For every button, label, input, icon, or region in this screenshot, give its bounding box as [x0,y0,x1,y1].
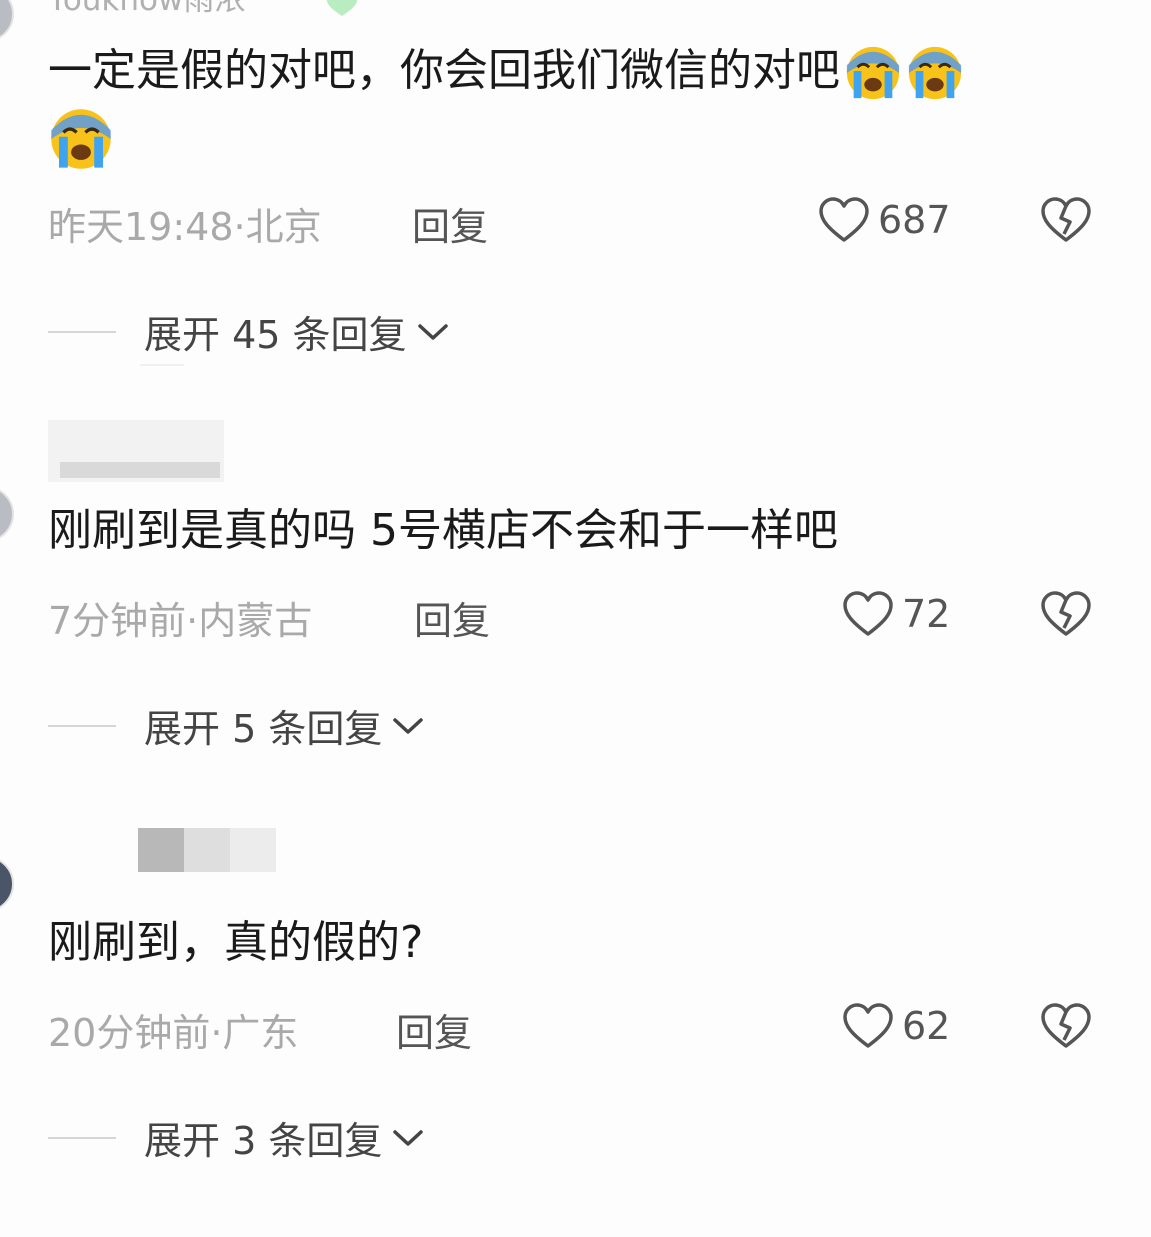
dislike-button[interactable] [1040,196,1092,244]
broken-heart-icon [1041,1003,1091,1048]
green-heart-icon [326,0,358,16]
expand-replies-label: 展开 45 条回复 [144,313,407,357]
avatar[interactable] [0,856,14,912]
comment-text: 刚刷到是真的吗 5号横店不会和于一样吧 [48,505,838,556]
heart-outline-icon [819,197,869,242]
crying-emoji-icon [48,106,114,172]
broken-heart-icon [1041,591,1091,636]
comment-time-location: 20分钟前·广东 [48,1011,299,1055]
dislike-button[interactable] [1040,590,1092,638]
expand-replies-button[interactable]: 展开 3 条回复 [48,1110,426,1165]
chevron-down-icon [393,1129,424,1146]
avatar[interactable] [0,486,14,542]
blurred-username [184,828,230,872]
divider-line [48,330,116,333]
reply-button[interactable]: 回复 [396,1002,472,1057]
dislike-button[interactable] [1040,1002,1092,1050]
comment-time-location: 昨天19:48·北京 [48,205,322,249]
crying-emoji-icon [844,44,902,102]
blurred-username [60,462,220,478]
chevron-down-icon [393,717,424,734]
like-count: 62 [902,1004,951,1048]
reply-button[interactable]: 回复 [412,196,488,251]
divider-line [48,1136,116,1139]
comment-text: 刚刷到，真的假的? [48,917,424,968]
crying-emoji-icon [906,44,964,102]
blurred-username [230,828,276,872]
like-button[interactable]: 687 [818,196,951,244]
like-button[interactable]: 62 [842,1002,950,1050]
expand-replies-label: 展开 3 条回复 [144,1119,383,1163]
blurred-username [138,828,184,872]
expand-replies-button[interactable]: 展开 45 条回复 [48,304,451,359]
broken-heart-icon [1041,197,1091,242]
like-button[interactable]: 72 [842,590,950,638]
comment-username[interactable]: Youknow雨浓 [48,0,245,16]
reply-button[interactable]: 回复 [414,590,490,645]
expand-replies-button[interactable]: 展开 5 条回复 [48,698,426,753]
heart-outline-icon [843,591,893,636]
comment-text: 一定是假的对吧，你会回我们微信的对吧 [48,40,964,102]
like-count: 687 [878,198,951,242]
comment-time-location: 7分钟前·内蒙古 [48,599,313,643]
avatar[interactable] [0,0,14,42]
divider-line [140,364,184,366]
comment-text-body: 一定是假的对吧，你会回我们微信的对吧 [48,45,840,96]
divider-line [48,724,116,727]
chevron-down-icon [417,323,448,340]
like-count: 72 [902,592,951,636]
heart-outline-icon [843,1003,893,1048]
expand-replies-label: 展开 5 条回复 [144,707,383,751]
